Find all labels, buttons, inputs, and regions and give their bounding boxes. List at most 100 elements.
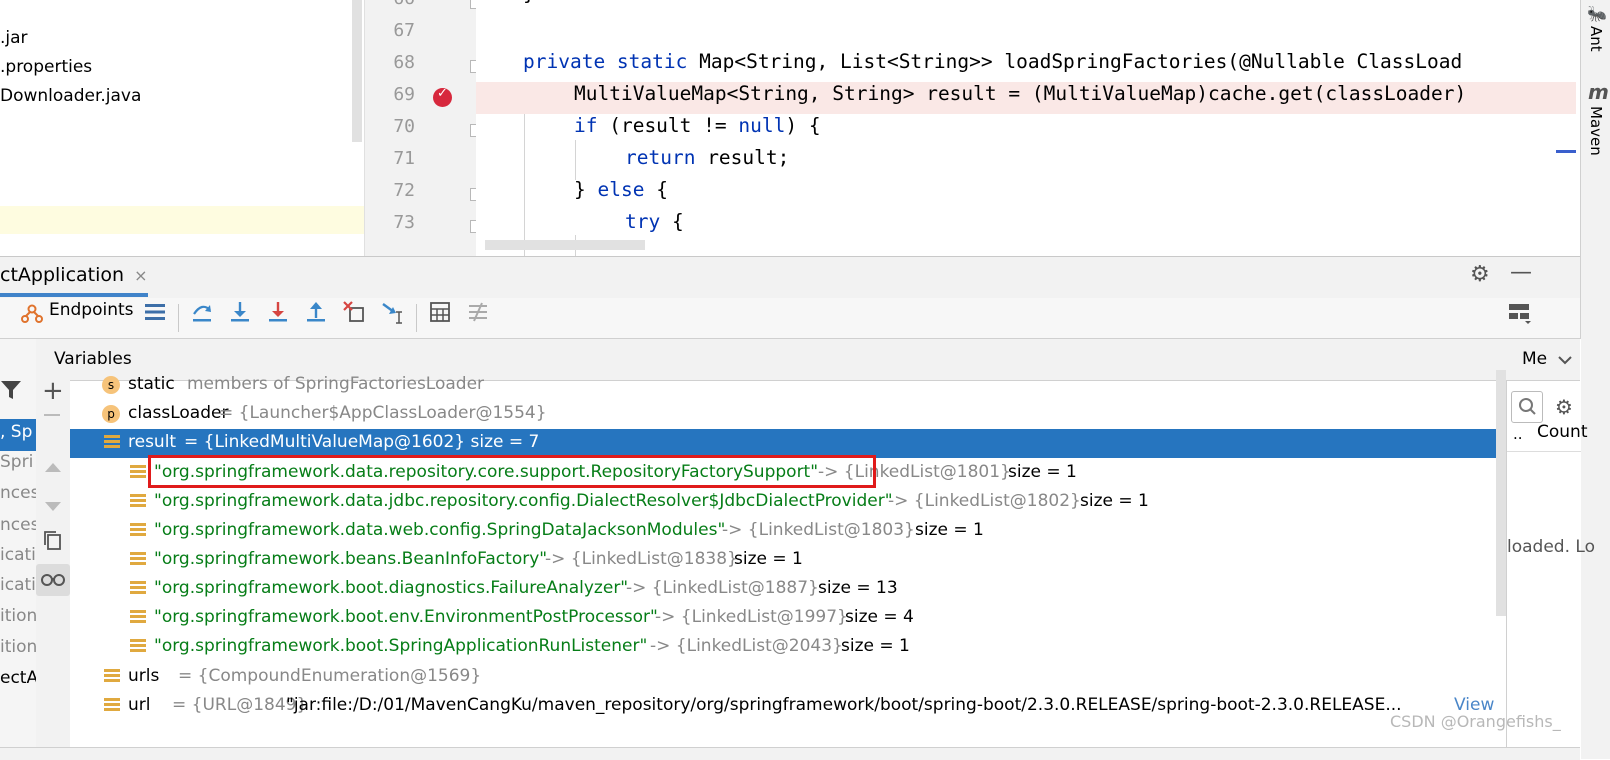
line-number: 69 (393, 84, 415, 105)
up-icon[interactable] (44, 458, 62, 478)
minimize-icon[interactable]: — (1510, 260, 1532, 285)
force-step-into-icon[interactable] (266, 300, 290, 324)
run-to-cursor-icon[interactable] (380, 300, 404, 324)
remove-icon[interactable] (44, 414, 60, 416)
variables-scrollbar[interactable] (1496, 370, 1506, 616)
map-entry-size: size = 1 (1008, 462, 1077, 482)
chevron-down-icon[interactable] (1558, 355, 1572, 365)
down-icon[interactable] (44, 498, 62, 518)
variable-value: = {Launcher$AppClassLoader@1554} (219, 403, 547, 423)
trace-icon[interactable] (466, 300, 490, 324)
step-into-icon[interactable] (228, 300, 252, 324)
debug-tab-bar (0, 256, 1580, 299)
variable-row-url[interactable]: url = {URL@1849} "jar:file:/D:/01/MavenC… (70, 692, 1506, 721)
map-entry-row[interactable]: "org.springframework.boot.SpringApplicat… (70, 633, 1506, 662)
tree-file-jar[interactable]: .jar (0, 28, 28, 48)
field-icon (130, 639, 146, 655)
editor-horizontal-scrollbar[interactable] (485, 240, 645, 250)
field-icon (130, 610, 146, 626)
step-out-icon[interactable] (304, 300, 328, 324)
frame-item-selected[interactable]: , Sp (0, 419, 36, 451)
field-icon (130, 552, 146, 568)
field-icon (130, 581, 146, 597)
memory-panel: ⚙ .. Count loaded. Lo (1506, 339, 1595, 759)
endpoints-button[interactable]: Endpoints (49, 300, 134, 320)
code-line-70: if (result != null) { (574, 114, 821, 137)
drop-frame-icon[interactable] (342, 300, 366, 324)
frame-item[interactable]: ition (0, 606, 36, 626)
ant-tool-button[interactable]: Ant (1587, 26, 1605, 52)
line-number: 73 (393, 212, 415, 233)
map-entry-size: size = 1 (915, 520, 984, 540)
line-number: 71 (393, 148, 415, 169)
memory-loaded-text[interactable]: loaded. Lo (1507, 537, 1595, 557)
frames-icon[interactable] (144, 302, 166, 322)
frame-item[interactable]: nces (0, 515, 36, 535)
variable-value: = {CompoundEnumeration@1569} (178, 666, 482, 686)
frame-item[interactable]: icati (0, 545, 36, 565)
memory-tab[interactable]: Me (1522, 349, 1547, 369)
glasses-icon[interactable] (36, 564, 70, 596)
map-entry-ref: -> {LinkedList@1838} (545, 549, 738, 569)
field-icon (130, 523, 146, 539)
variable-row-static[interactable]: s static members of SpringFactoriesLoade… (70, 371, 1506, 400)
map-entry-row[interactable]: "org.springframework.boot.diagnostics.Fa… (70, 575, 1506, 604)
column-dots: .. (1513, 425, 1523, 443)
variable-name: result (128, 432, 177, 452)
tree-file-downloader[interactable]: Downloader.java (0, 86, 141, 106)
code-line-68: private static Map<String, List<String>>… (523, 50, 1463, 73)
line-number: 67 (393, 20, 415, 41)
map-entry-ref: -> {LinkedList@1803} (722, 520, 915, 540)
map-entry-key: "org.springframework.boot.SpringApplicat… (154, 636, 648, 656)
add-watch-icon[interactable]: + (42, 376, 64, 406)
variable-row-classloader[interactable]: p classLoader = {Launcher$AppClassLoader… (70, 400, 1506, 429)
variable-value: = {LinkedMultiValueMap@1602} size = 7 (184, 432, 540, 452)
breakpoint-icon[interactable] (433, 86, 452, 107)
step-over-icon[interactable] (190, 300, 214, 324)
memory-settings-icon[interactable]: ⚙ (1555, 395, 1573, 419)
filter-icon[interactable] (0, 378, 22, 405)
variable-name: url (128, 695, 151, 715)
endpoints-icon[interactable] (20, 300, 44, 324)
column-count[interactable]: Count (1537, 422, 1588, 442)
tree-scrollbar[interactable] (352, 0, 362, 142)
maven-tool-button[interactable]: Maven (1587, 106, 1605, 156)
map-entry-row[interactable]: "org.springframework.beans.BeanInfoFacto… (70, 546, 1506, 575)
copy-icon[interactable] (42, 530, 62, 555)
tree-file-properties[interactable]: .properties (0, 57, 92, 77)
layout-icon[interactable] (1508, 302, 1532, 324)
code-line-69: MultiValueMap<String, String> result = (… (574, 82, 1467, 105)
frame-item[interactable]: ectA (0, 668, 36, 688)
line-number: 68 (393, 52, 415, 73)
toolbar-separator (416, 304, 417, 332)
map-entry-key: "org.springframework.boot.diagnostics.Fa… (154, 578, 629, 598)
frames-panel: , Sp Spri nces nces icati icati ition it… (0, 339, 37, 759)
map-entry-key: "org.springframework.data.jdbc.repositor… (154, 491, 893, 511)
tab-close-icon[interactable]: × (134, 266, 147, 285)
map-entry-row[interactable]: "org.springframework.data.web.config.Spr… (70, 517, 1506, 546)
tab-active-underline (0, 293, 148, 297)
settings-gear-icon[interactable]: ⚙ (1470, 262, 1490, 287)
field-icon (130, 494, 146, 510)
frame-item[interactable]: ition (0, 637, 36, 657)
frame-item[interactable]: icati (0, 575, 36, 595)
frame-item[interactable]: nces (0, 483, 36, 503)
map-entry-row[interactable]: "org.springframework.boot.env.Environmen… (70, 604, 1506, 633)
line-number: 66 (375, 0, 415, 9)
evaluate-icon[interactable] (428, 300, 452, 324)
parameter-icon: p (102, 405, 120, 423)
code-line-73: try { (625, 210, 684, 233)
tab-debug-application[interactable]: ctApplication × (0, 256, 160, 294)
frame-item[interactable]: Spri (0, 452, 33, 472)
static-icon: s (102, 376, 120, 394)
ant-icon[interactable]: 🐜 (1587, 4, 1607, 23)
map-entry-row[interactable]: "org.springframework.data.jdbc.repositor… (70, 488, 1506, 517)
field-icon (130, 465, 146, 481)
map-entry-key: "org.springframework.beans.BeanInfoFacto… (154, 549, 548, 569)
memory-header: Me (1506, 339, 1580, 381)
variable-row-result[interactable]: result = {LinkedMultiValueMap@1602} size… (70, 429, 1506, 458)
field-icon (104, 669, 120, 685)
maven-icon[interactable]: m (1588, 80, 1609, 104)
map-entry-ref: -> {LinkedList@2043} (650, 636, 843, 656)
variable-row-urls[interactable]: urls = {CompoundEnumeration@1569} (70, 663, 1506, 692)
